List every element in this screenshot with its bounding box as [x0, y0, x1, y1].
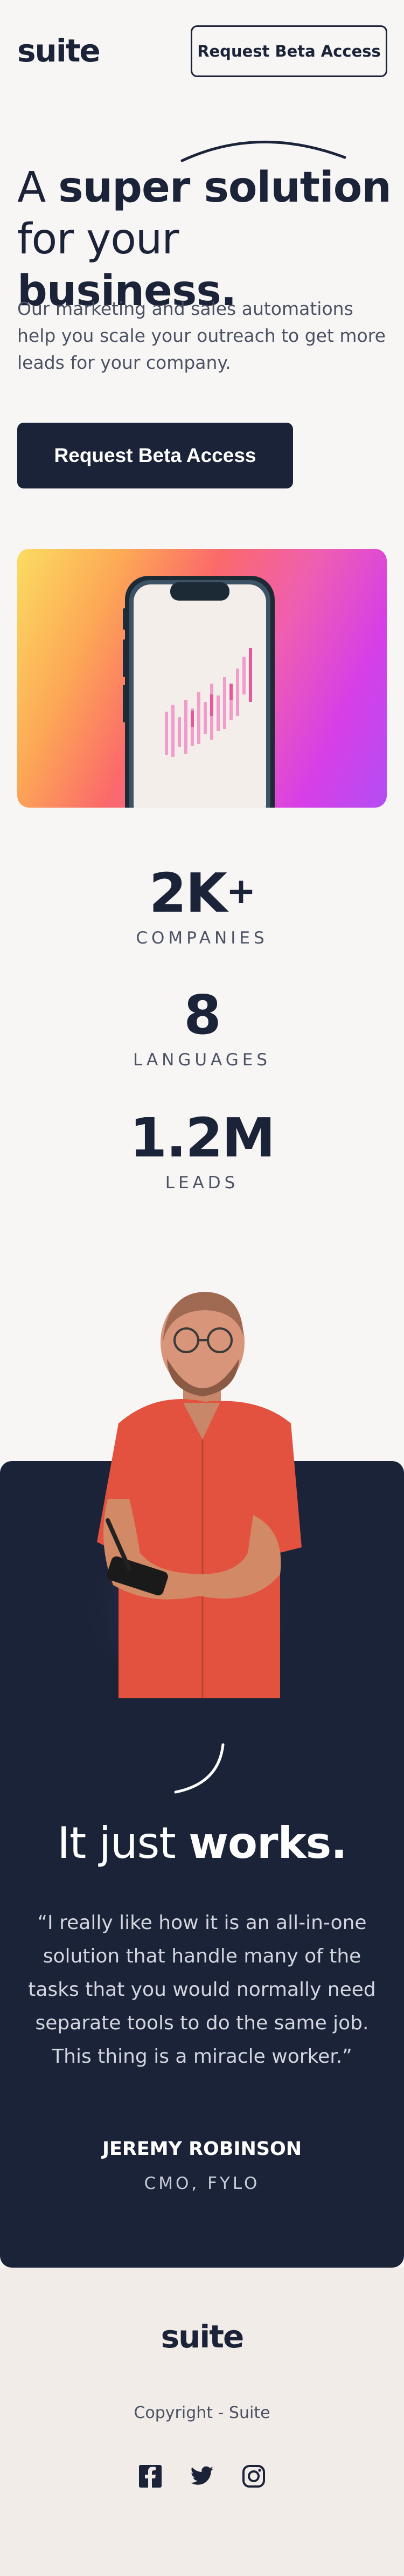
stat-companies: 2K+ COMPANIES — [0, 862, 404, 948]
testimonial-heading-part: It just — [57, 1818, 189, 1868]
testimonial-role: CMO, FYLO — [144, 2174, 260, 2193]
facebook-icon[interactable] — [138, 2464, 163, 2489]
hero-title-emphasis: super solution — [58, 163, 392, 212]
stat-suffix: + — [226, 870, 256, 912]
hero-title-part: for your — [17, 215, 179, 264]
stat-value: 8 — [0, 986, 404, 1045]
hero-title: A super solution for your business. — [17, 162, 404, 317]
testimonial-quote: “I really like how it is an all-in-one s… — [28, 1912, 376, 2068]
testimonial-author: JEREMY ROBINSON — [102, 2138, 302, 2160]
stat-number: 8 — [184, 983, 221, 1046]
decorative-arc — [174, 1743, 225, 1794]
hero-description: Our marketing and sales automations help… — [17, 298, 386, 373]
stat-label: LEADS — [165, 1173, 239, 1193]
request-beta-access-button[interactable]: Request Beta Access — [17, 423, 293, 488]
instagram-icon[interactable] — [241, 2464, 266, 2489]
stat-value: 1.2M — [0, 1108, 404, 1168]
request-beta-access-header-button[interactable]: Request Beta Access — [191, 25, 387, 77]
stat-label: COMPANIES — [136, 928, 268, 948]
stat-leads: 1.2M LEADS — [0, 1108, 404, 1193]
social-links — [0, 2464, 404, 2489]
phone-illustration — [123, 576, 275, 808]
logo[interactable]: suite — [17, 32, 101, 69]
stat-languages: 8 LANGUAGES — [0, 986, 404, 1070]
twitter-icon[interactable] — [190, 2464, 214, 2489]
stat-value: 2K+ — [0, 862, 404, 923]
footer-logo[interactable]: suite — [0, 2318, 404, 2355]
testimonial-heading-emphasis: works. — [189, 1818, 347, 1868]
testimonial-person-image — [75, 1292, 302, 1704]
stat-label: LANGUAGES — [133, 1050, 271, 1070]
copyright-text: Copyright - Suite — [134, 2403, 270, 2422]
hero-phone-image — [17, 549, 387, 808]
hero-title-part: A — [17, 163, 59, 212]
stat-number: 1.2M — [129, 1106, 276, 1169]
testimonial-heading: It just works. — [0, 1818, 404, 1868]
stat-number: 2K — [149, 862, 227, 925]
